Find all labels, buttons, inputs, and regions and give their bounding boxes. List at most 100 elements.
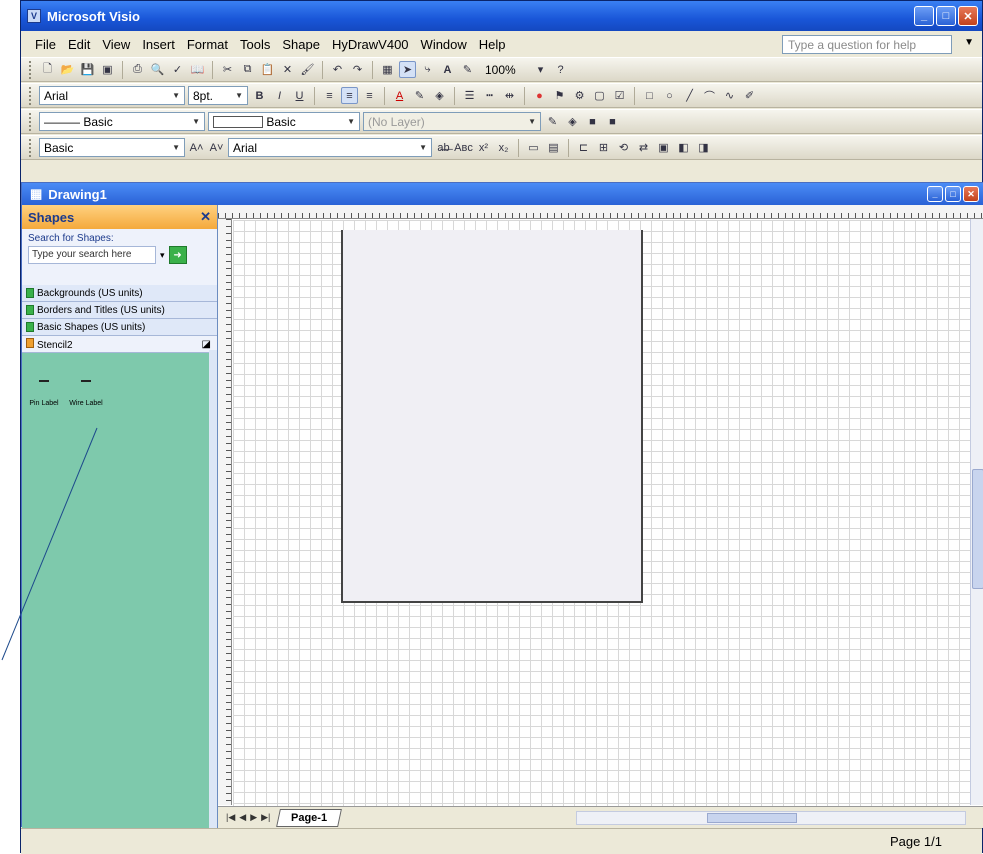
line-style-select[interactable]: ——— Basic ▼ [39,112,205,131]
bring-front-icon[interactable]: ◧ [675,139,692,156]
undo-icon[interactable]: ↶ [329,61,346,78]
paste-icon[interactable]: 📋 [259,61,276,78]
chevron-down-icon[interactable]: ▾ [160,250,165,261]
text-style-select[interactable]: Basic ▼ [39,138,185,157]
subscript-icon[interactable]: x₂ [495,139,512,156]
group-icon[interactable]: ▣ [655,139,672,156]
line-tool-icon[interactable]: ╱ [681,87,698,104]
line-color-icon[interactable]: ✎ [544,113,561,130]
stencil-menu-icon[interactable]: ◪ [202,339,211,350]
freeform-tool-icon[interactable]: ∿ [721,87,738,104]
new-icon[interactable]: 🗋 [39,61,56,78]
toolbar-grip[interactable] [29,86,32,105]
last-page-icon[interactable]: ▶| [261,812,270,823]
line-pattern-icon[interactable]: ┅ [481,87,498,104]
shapes-window-icon[interactable]: ▦ [379,61,396,78]
format-painter-icon[interactable]: 🖌 [299,61,316,78]
first-page-icon[interactable]: |◀ [226,812,235,823]
line-ends-icon[interactable]: ⇹ [501,87,518,104]
fill-color-icon[interactable]: ◈ [431,87,448,104]
prev-page-icon[interactable]: ◀ [239,812,246,823]
menu-hydraw[interactable]: HyDrawV400 [326,35,415,54]
drawing-close-button[interactable]: ✕ [963,186,979,202]
superscript-icon[interactable]: x² [475,139,492,156]
bold-icon[interactable]: B [251,87,268,104]
menu-view[interactable]: View [96,35,136,54]
text-font-select[interactable]: Arial ▼ [228,138,432,157]
pencil-tool-icon[interactable]: ✐ [741,87,758,104]
zoom-level[interactable]: 100% [485,63,529,77]
underline-icon[interactable]: U [291,87,308,104]
menu-help[interactable]: Help [473,35,512,54]
shadow-color-icon[interactable]: ■ [584,113,601,130]
line-color-icon[interactable]: ✎ [411,87,428,104]
small-caps-icon[interactable]: Aʙᴄ [454,139,473,156]
fill-style-select[interactable]: Basic ▼ [208,112,360,131]
vertical-scrollbar[interactable] [970,219,983,805]
close-icon[interactable]: ✕ [200,209,211,225]
zoom-dropdown-icon[interactable]: ▾ [532,61,549,78]
copy-icon[interactable]: ⧉ [239,61,256,78]
text-tool-icon[interactable]: A [439,61,456,78]
research-icon[interactable]: 📖 [189,61,206,78]
hydraw-box-icon[interactable]: ▢ [591,87,608,104]
fill-color-icon[interactable]: ◈ [564,113,581,130]
align-shapes-icon[interactable]: ⊏ [575,139,592,156]
save-icon[interactable]: 💾 [79,61,96,78]
spelling-icon[interactable]: ✓ [169,61,186,78]
master-pin-label[interactable]: Pin Label [24,380,64,407]
menu-edit[interactable]: Edit [62,35,96,54]
distribute-icon[interactable]: ⊞ [595,139,612,156]
send-back-icon[interactable]: ◨ [695,139,712,156]
italic-icon[interactable]: I [271,87,288,104]
stencil-basic-shapes[interactable]: Basic Shapes (US units) [22,319,217,336]
scroll-thumb[interactable] [972,469,983,589]
tab-page-1[interactable]: Page-1 [276,808,343,827]
print-icon[interactable]: ⎙ [129,61,146,78]
master-wire-label[interactable]: Wire Label [66,380,106,407]
toolbar-grip[interactable] [29,60,32,79]
menu-insert[interactable]: Insert [136,35,181,54]
align-center-icon[interactable]: ≡ [341,87,358,104]
stencil-borders-titles[interactable]: Borders and Titles (US units) [22,302,217,319]
hydraw-tool-icon[interactable]: ⚑ [551,87,568,104]
print-preview-icon[interactable]: 🔍 [149,61,166,78]
close-button[interactable]: ✕ [958,6,978,26]
arc-tool-icon[interactable]: ⌒ [701,87,718,104]
open-icon[interactable]: 📂 [59,61,76,78]
strikethrough-icon[interactable]: a̶b̶ [435,139,452,156]
fill-pattern-icon[interactable]: ■ [604,113,621,130]
scroll-thumb[interactable] [707,813,797,823]
ellipse-tool-icon[interactable]: ○ [661,87,678,104]
line-weight-icon[interactable]: ☰ [461,87,478,104]
minimize-button[interactable]: _ [914,6,934,26]
help-dropdown-icon[interactable]: ▼ [964,37,974,48]
hydraw-wire-icon[interactable]: ⚙ [571,87,588,104]
drawing-tools-icon[interactable]: ✎ [459,61,476,78]
next-page-icon[interactable]: ▶ [250,812,257,823]
maximize-button[interactable]: □ [936,6,956,26]
toolbar-grip[interactable] [29,138,32,157]
text-block-icon[interactable]: ▭ [525,139,542,156]
menu-format[interactable]: Format [181,35,234,54]
permission-icon[interactable]: ▣ [99,61,116,78]
font-select[interactable]: Arial ▼ [39,86,185,105]
help-search-input[interactable]: Type a question for help [782,35,952,54]
shape-search-input[interactable]: Type your search here [28,246,156,264]
drawing-grid[interactable] [233,220,970,806]
align-left-icon[interactable]: ≡ [321,87,338,104]
menu-shape[interactable]: Shape [276,35,326,54]
rectangle-tool-icon[interactable]: □ [641,87,658,104]
delete-icon[interactable]: ✕ [279,61,296,78]
pointer-tool-icon[interactable]: ➤ [399,61,416,78]
hydraw-check-icon[interactable]: ☑ [611,87,628,104]
search-go-button[interactable]: ➜ [168,246,187,264]
align-right-icon[interactable]: ≡ [361,87,378,104]
font-size-select[interactable]: 8pt. ▼ [188,86,248,105]
redo-icon[interactable]: ↷ [349,61,366,78]
toolbar-grip[interactable] [29,112,32,131]
help-icon[interactable]: ? [552,61,569,78]
drawing-page[interactable] [341,230,643,603]
layer-select[interactable]: (No Layer) ▼ [363,112,541,131]
horizontal-scrollbar[interactable] [576,811,966,825]
